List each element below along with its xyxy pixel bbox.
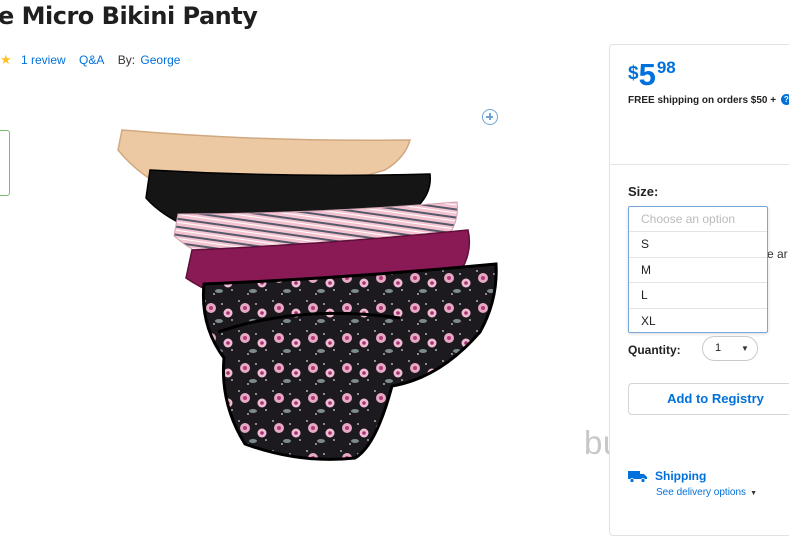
- help-icon[interactable]: ?: [780, 94, 789, 105]
- delivery-options-link[interactable]: See delivery options ▼: [656, 487, 757, 498]
- image-thumbnail-selected[interactable]: [0, 130, 10, 196]
- truck-icon: [628, 471, 647, 483]
- size-option-xl[interactable]: XL: [629, 309, 767, 334]
- shipping-label: Shipping: [655, 469, 707, 483]
- add-to-registry-button[interactable]: Add to Registry: [628, 383, 789, 415]
- reviews-link[interactable]: 1 review: [21, 53, 66, 67]
- free-shipping-text: FREE shipping on orders $50 +: [628, 95, 777, 106]
- divider: [610, 164, 789, 165]
- delivery-options-text[interactable]: See delivery options: [656, 487, 746, 498]
- free-shipping-note: FREE shipping on orders $50 + ?: [628, 94, 789, 106]
- qa-link[interactable]: Q&A: [79, 53, 104, 67]
- product-meta: ★ 1 review Q&A By: George: [0, 52, 190, 68]
- price: $598: [628, 57, 676, 93]
- size-dropdown[interactable]: Choose an option S M L XL: [628, 206, 768, 333]
- price-cents: 98: [656, 58, 676, 77]
- quantity-select[interactable]: 1 ▼: [702, 336, 758, 361]
- chevron-down-icon: ▼: [750, 490, 757, 497]
- size-option-s[interactable]: S: [629, 232, 767, 258]
- product-image: [117, 129, 498, 461]
- size-label: Size:: [628, 184, 659, 199]
- obscured-text: e ar: [767, 247, 788, 261]
- by-label: By:: [117, 53, 136, 67]
- price-dollars: 5: [638, 57, 656, 92]
- size-option-l[interactable]: L: [629, 283, 767, 309]
- star-icon: ★: [0, 52, 12, 67]
- brand-link[interactable]: George: [140, 53, 180, 67]
- price-currency: $: [628, 63, 639, 84]
- quantity-value: 1: [715, 342, 722, 354]
- size-option-m[interactable]: M: [629, 258, 767, 283]
- size-placeholder[interactable]: Choose an option: [629, 207, 767, 232]
- brand-line: By: George: [118, 53, 191, 67]
- quantity-label: Quantity:: [628, 343, 681, 357]
- product-title: e Micro Bikini Panty: [0, 2, 258, 30]
- chevron-down-icon: ▼: [741, 344, 749, 353]
